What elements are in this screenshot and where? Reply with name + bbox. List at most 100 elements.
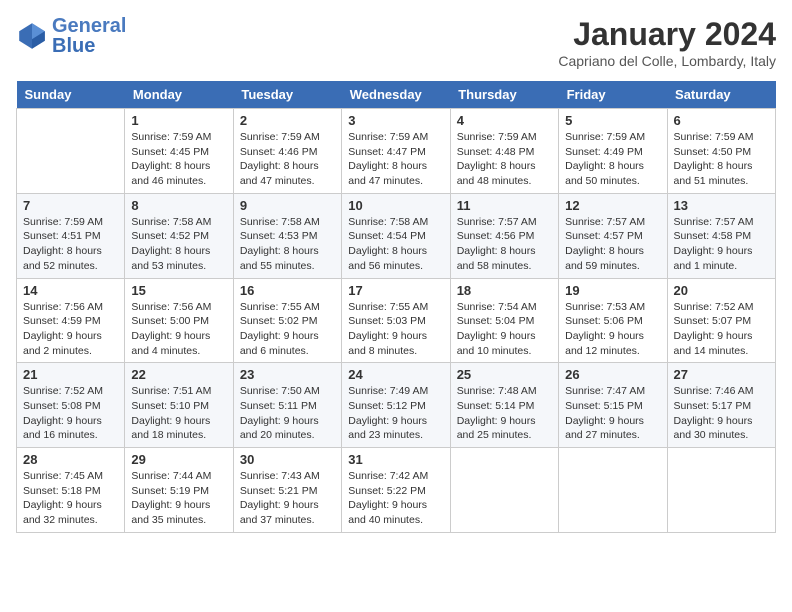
day-number: 10 — [348, 198, 443, 213]
day-info: Sunrise: 7:55 AMSunset: 5:03 PMDaylight:… — [348, 300, 443, 359]
calendar-day: 30Sunrise: 7:43 AMSunset: 5:21 PMDayligh… — [233, 448, 341, 533]
weekday-header-monday: Monday — [125, 81, 233, 109]
day-number: 23 — [240, 367, 335, 382]
day-number: 14 — [23, 283, 118, 298]
calendar-day: 21Sunrise: 7:52 AMSunset: 5:08 PMDayligh… — [17, 363, 125, 448]
day-number: 4 — [457, 113, 552, 128]
day-number: 15 — [131, 283, 226, 298]
day-number: 21 — [23, 367, 118, 382]
day-info: Sunrise: 7:59 AMSunset: 4:45 PMDaylight:… — [131, 130, 226, 189]
calendar-day: 6 Sunrise: 7:59 AMSunset: 4:50 PMDaylight… — [667, 109, 775, 194]
calendar-day: 27 Sunrise: 7:46 AMSunset: 5:17 PMDayligh… — [667, 363, 775, 448]
day-number: 25 — [457, 367, 552, 382]
calendar-day — [17, 109, 125, 194]
day-number: 2 — [240, 113, 335, 128]
day-info: Sunrise: 7:56 AMSunset: 5:00 PMDaylight:… — [131, 300, 226, 359]
calendar-day — [667, 448, 775, 533]
weekday-header-saturday: Saturday — [667, 81, 775, 109]
day-info: Sunrise: 7:56 AMSunset: 4:59 PMDaylight:… — [23, 300, 118, 359]
day-number: 13 — [674, 198, 769, 213]
calendar-day: 20Sunrise: 7:52 AMSunset: 5:07 PMDayligh… — [667, 278, 775, 363]
calendar-day — [559, 448, 667, 533]
calendar-day: 17 Sunrise: 7:55 AMSunset: 5:03 PMDayligh… — [342, 278, 450, 363]
day-number: 17 — [348, 283, 443, 298]
day-info: Sunrise: 7:54 AMSunset: 5:04 PMDaylight:… — [457, 300, 552, 359]
calendar-day: 7 Sunrise: 7:59 AMSunset: 4:51 PMDaylight… — [17, 193, 125, 278]
day-number: 9 — [240, 198, 335, 213]
weekday-header-sunday: Sunday — [17, 81, 125, 109]
calendar-day: 22 Sunrise: 7:51 AMSunset: 5:10 PMDayligh… — [125, 363, 233, 448]
weekday-header-thursday: Thursday — [450, 81, 558, 109]
calendar-day: 4 Sunrise: 7:59 AMSunset: 4:48 PMDaylight… — [450, 109, 558, 194]
day-info: Sunrise: 7:48 AMSunset: 5:14 PMDaylight:… — [457, 384, 552, 443]
weekday-header-wednesday: Wednesday — [342, 81, 450, 109]
day-info: Sunrise: 7:58 AMSunset: 4:54 PMDaylight:… — [348, 215, 443, 274]
calendar-day: 28 Sunrise: 7:45 AMSunset: 5:18 PMDayligh… — [17, 448, 125, 533]
day-number: 16 — [240, 283, 335, 298]
day-number: 11 — [457, 198, 552, 213]
day-info: Sunrise: 7:59 AMSunset: 4:49 PMDaylight:… — [565, 130, 660, 189]
calendar-day: 15 Sunrise: 7:56 AMSunset: 5:00 PMDayligh… — [125, 278, 233, 363]
day-info: Sunrise: 7:45 AMSunset: 5:18 PMDaylight:… — [23, 469, 118, 528]
month-year: January 2024 — [558, 16, 776, 53]
day-number: 1 — [131, 113, 226, 128]
calendar-day: 13 Sunrise: 7:57 AMSunset: 4:58 PMDayligh… — [667, 193, 775, 278]
day-info: Sunrise: 7:47 AMSunset: 5:15 PMDaylight:… — [565, 384, 660, 443]
day-info: Sunrise: 7:46 AMSunset: 5:17 PMDaylight:… — [674, 384, 769, 443]
logo-text: General Blue — [52, 16, 126, 56]
calendar-day: 24Sunrise: 7:49 AMSunset: 5:12 PMDayligh… — [342, 363, 450, 448]
day-info: Sunrise: 7:59 AMSunset: 4:47 PMDaylight:… — [348, 130, 443, 189]
weekday-header-friday: Friday — [559, 81, 667, 109]
day-info: Sunrise: 7:42 AMSunset: 5:22 PMDaylight:… — [348, 469, 443, 528]
calendar-day: 9 Sunrise: 7:58 AMSunset: 4:53 PMDaylight… — [233, 193, 341, 278]
calendar-day: 26Sunrise: 7:47 AMSunset: 5:15 PMDayligh… — [559, 363, 667, 448]
calendar-week-1: 1 Sunrise: 7:59 AMSunset: 4:45 PMDaylight… — [17, 109, 776, 194]
day-number: 27 — [674, 367, 769, 382]
day-info: Sunrise: 7:49 AMSunset: 5:12 PMDaylight:… — [348, 384, 443, 443]
day-info: Sunrise: 7:44 AMSunset: 5:19 PMDaylight:… — [131, 469, 226, 528]
day-info: Sunrise: 7:59 AMSunset: 4:50 PMDaylight:… — [674, 130, 769, 189]
calendar-header: SundayMondayTuesdayWednesdayThursdayFrid… — [17, 81, 776, 109]
day-number: 31 — [348, 452, 443, 467]
calendar-day: 12 Sunrise: 7:57 AMSunset: 4:57 PMDayligh… — [559, 193, 667, 278]
page-header: General Blue January 2024 Capriano del C… — [16, 16, 776, 69]
day-info: Sunrise: 7:43 AMSunset: 5:21 PMDaylight:… — [240, 469, 335, 528]
day-number: 7 — [23, 198, 118, 213]
calendar-day: 10 Sunrise: 7:58 AMSunset: 4:54 PMDayligh… — [342, 193, 450, 278]
day-info: Sunrise: 7:57 AMSunset: 4:57 PMDaylight:… — [565, 215, 660, 274]
calendar-day: 5Sunrise: 7:59 AMSunset: 4:49 PMDaylight… — [559, 109, 667, 194]
day-number: 20 — [674, 283, 769, 298]
day-info: Sunrise: 7:58 AMSunset: 4:52 PMDaylight:… — [131, 215, 226, 274]
day-info: Sunrise: 7:50 AMSunset: 5:11 PMDaylight:… — [240, 384, 335, 443]
calendar-day: 14 Sunrise: 7:56 AMSunset: 4:59 PMDayligh… — [17, 278, 125, 363]
calendar-day: 18Sunrise: 7:54 AMSunset: 5:04 PMDayligh… — [450, 278, 558, 363]
day-info: Sunrise: 7:53 AMSunset: 5:06 PMDaylight:… — [565, 300, 660, 359]
calendar-day: 3 Sunrise: 7:59 AMSunset: 4:47 PMDaylight… — [342, 109, 450, 194]
day-info: Sunrise: 7:57 AMSunset: 4:58 PMDaylight:… — [674, 215, 769, 274]
day-info: Sunrise: 7:59 AMSunset: 4:48 PMDaylight:… — [457, 130, 552, 189]
day-info: Sunrise: 7:58 AMSunset: 4:53 PMDaylight:… — [240, 215, 335, 274]
day-number: 6 — [674, 113, 769, 128]
calendar-week-3: 14 Sunrise: 7:56 AMSunset: 4:59 PMDayligh… — [17, 278, 776, 363]
calendar-day: 31 Sunrise: 7:42 AMSunset: 5:22 PMDayligh… — [342, 448, 450, 533]
day-info: Sunrise: 7:55 AMSunset: 5:02 PMDaylight:… — [240, 300, 335, 359]
calendar-week-5: 28 Sunrise: 7:45 AMSunset: 5:18 PMDayligh… — [17, 448, 776, 533]
day-info: Sunrise: 7:51 AMSunset: 5:10 PMDaylight:… — [131, 384, 226, 443]
location: Capriano del Colle, Lombardy, Italy — [558, 53, 776, 69]
logo-blue: Blue — [52, 35, 95, 57]
weekday-header-tuesday: Tuesday — [233, 81, 341, 109]
day-number: 12 — [565, 198, 660, 213]
calendar-day: 2 Sunrise: 7:59 AMSunset: 4:46 PMDaylight… — [233, 109, 341, 194]
day-number: 8 — [131, 198, 226, 213]
day-number: 22 — [131, 367, 226, 382]
day-info: Sunrise: 7:59 AMSunset: 4:51 PMDaylight:… — [23, 215, 118, 274]
day-info: Sunrise: 7:57 AMSunset: 4:56 PMDaylight:… — [457, 215, 552, 274]
day-number: 28 — [23, 452, 118, 467]
day-info: Sunrise: 7:59 AMSunset: 4:46 PMDaylight:… — [240, 130, 335, 189]
logo-general: General — [52, 15, 126, 37]
calendar-day: 19Sunrise: 7:53 AMSunset: 5:06 PMDayligh… — [559, 278, 667, 363]
calendar-day: 11 Sunrise: 7:57 AMSunset: 4:56 PMDayligh… — [450, 193, 558, 278]
logo-icon — [16, 20, 48, 52]
calendar-table: SundayMondayTuesdayWednesdayThursdayFrid… — [16, 81, 776, 533]
day-number: 3 — [348, 113, 443, 128]
